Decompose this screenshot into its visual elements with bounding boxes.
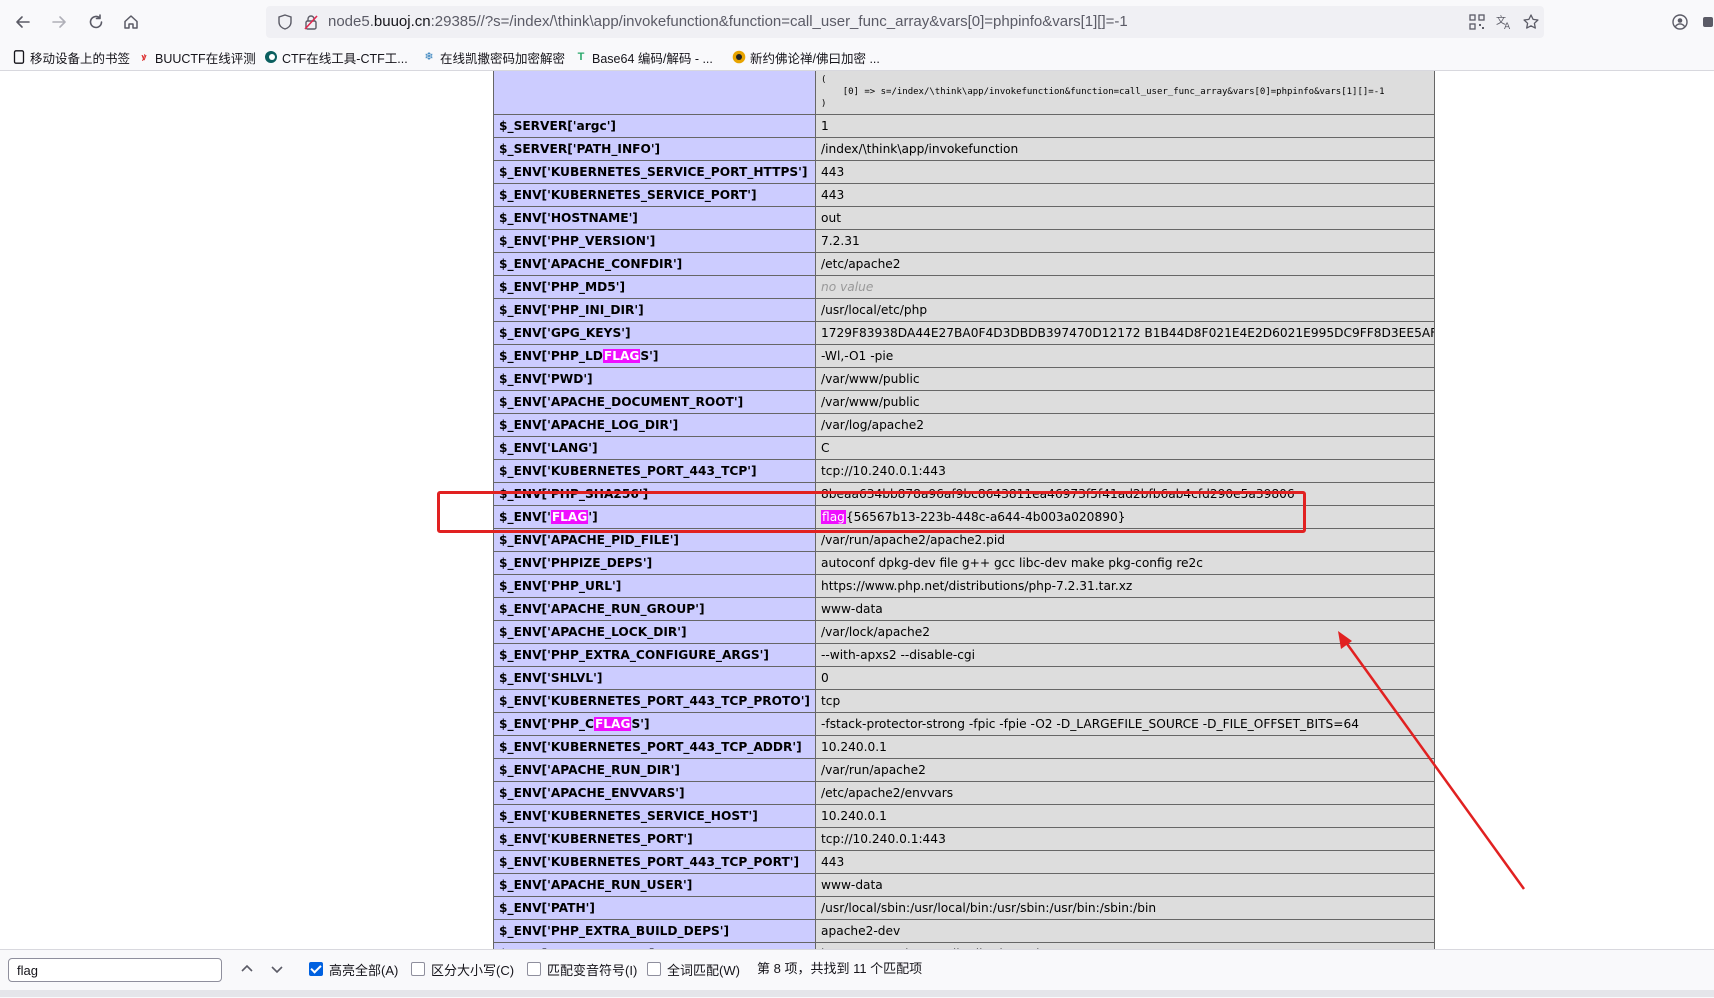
back-arrow-icon[interactable] (11, 10, 35, 34)
browser-toolbar: node5.buuoj.cn:29385//?s=/index/\think\a… (0, 0, 1714, 44)
find-previous-button[interactable] (237, 959, 257, 979)
reload-icon[interactable] (84, 10, 108, 34)
svg-text:A: A (1504, 22, 1511, 31)
match-diacritics-option[interactable]: 匹配变音符号(I) (527, 960, 637, 978)
base64-icon: T (577, 51, 585, 63)
url-text[interactable]: node5.buuoj.cn:29385//?s=/index/\think\a… (328, 6, 1128, 38)
highlight-all-option[interactable]: 高亮全部(A) (309, 960, 398, 978)
option-label: 高亮全部(A) (329, 962, 399, 978)
find-status: 第 8 项，共找到 11 个匹配项 (757, 961, 923, 976)
checkbox[interactable] (647, 962, 661, 976)
bookmark-label: CTF在线工具-CTF工... (282, 51, 408, 66)
bookmark-label: BUUCTF在线评测 (155, 51, 256, 66)
annotation-arrow (1338, 631, 1526, 890)
mobile-bookmark-icon (12, 50, 26, 64)
bookmark-base64[interactable]: T Base64 编码/解码 - ... (574, 47, 713, 67)
url-host: buuoj.cn (373, 13, 431, 30)
url-path: :29385//?s=/index/\think\app/invokefunct… (430, 13, 1128, 30)
bookmark-buuctf[interactable]: ꝟ BUUCTF在线评测 (137, 47, 256, 67)
bookmark-caesar[interactable]: ❄ 在线凯撒密码加密解密 (422, 47, 565, 67)
checkbox[interactable] (411, 962, 425, 976)
bookmark-label: Base64 编码/解码 - ... (592, 51, 713, 66)
ctf-tools-icon (264, 50, 278, 64)
account-icon[interactable] (1668, 10, 1692, 34)
url-bar[interactable]: node5.buuoj.cn:29385//?s=/index/\think\a… (266, 6, 1544, 38)
buddha-icon (732, 50, 746, 64)
shield-icon[interactable] (276, 13, 294, 36)
star-bookmark-icon[interactable] (1522, 13, 1540, 31)
bookmark-label: 新约佛论禅/佛曰加密 ... (750, 51, 880, 66)
caesar-icon: ❄ (424, 51, 434, 63)
match-case-option[interactable]: 区分大小写(C) (411, 960, 514, 978)
qr-code-icon[interactable] (1468, 13, 1486, 31)
bookmark-label: 移动设备上的书签 (30, 51, 131, 66)
checkbox[interactable] (527, 962, 541, 976)
url-host-prefix: node5. (328, 13, 374, 30)
extension-icon[interactable] (1700, 10, 1714, 34)
find-input[interactable]: flag (8, 958, 222, 982)
buuctf-icon: ꝟ (141, 52, 147, 62)
bookmark-label: 在线凯撒密码加密解密 (440, 51, 566, 66)
bookmark-buddha[interactable]: 新约佛论禅/佛曰加密 ... (732, 47, 880, 67)
option-label: 区分大小写(C) (431, 962, 515, 978)
whole-words-option[interactable]: 全词匹配(W) (647, 960, 740, 978)
translate-icon[interactable]: 文A (1495, 13, 1513, 31)
option-label: 全词匹配(W) (667, 962, 740, 978)
home-icon[interactable] (119, 10, 143, 34)
find-next-button[interactable] (267, 959, 287, 979)
insecure-lock-icon[interactable] (302, 13, 320, 36)
option-label: 匹配变音符号(I) (547, 962, 638, 978)
window-bottom-edge (0, 990, 1714, 997)
bookmarks-bar: 移动设备上的书签 ꝟ BUUCTF在线评测 CTF在线工具-CTF工... ❄ … (0, 44, 1714, 71)
checkbox-checked[interactable] (309, 962, 323, 976)
page-content[interactable]: ( [0] => s=/index/\think\app/invokefunct… (0, 71, 1714, 949)
forward-arrow-icon[interactable] (47, 10, 71, 34)
bookmark-ctf-tools[interactable]: CTF在线工具-CTF工... (264, 47, 408, 67)
bookmark-mobile[interactable]: 移动设备上的书签 (12, 47, 130, 67)
